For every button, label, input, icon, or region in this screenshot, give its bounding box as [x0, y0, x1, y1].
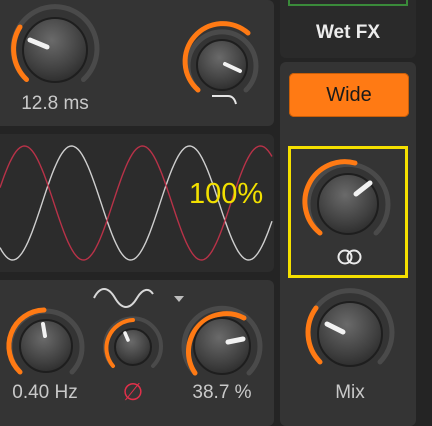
rate-value: 0.40 Hz: [12, 382, 78, 403]
dropdown-arrow-icon[interactable]: [174, 296, 184, 302]
feedback-knob[interactable]: [182, 21, 259, 93]
phase-invert-icon[interactable]: ∅: [113, 378, 153, 407]
time-knob[interactable]: [10, 4, 100, 83]
scope-percent: 100%: [189, 178, 264, 210]
phase-knob[interactable]: [103, 316, 163, 368]
width-knob-highlight: [288, 146, 408, 278]
curve-icon: [212, 95, 237, 105]
sine-wave-icon[interactable]: [93, 288, 154, 308]
mix-label: Mix: [335, 382, 365, 403]
depth-value: 38.7 %: [192, 382, 252, 403]
time-value: 12.8 ms: [21, 93, 89, 114]
mix-knob[interactable]: [305, 288, 395, 367]
rate-knob[interactable]: [6, 307, 85, 375]
depth-knob[interactable]: [181, 305, 263, 376]
